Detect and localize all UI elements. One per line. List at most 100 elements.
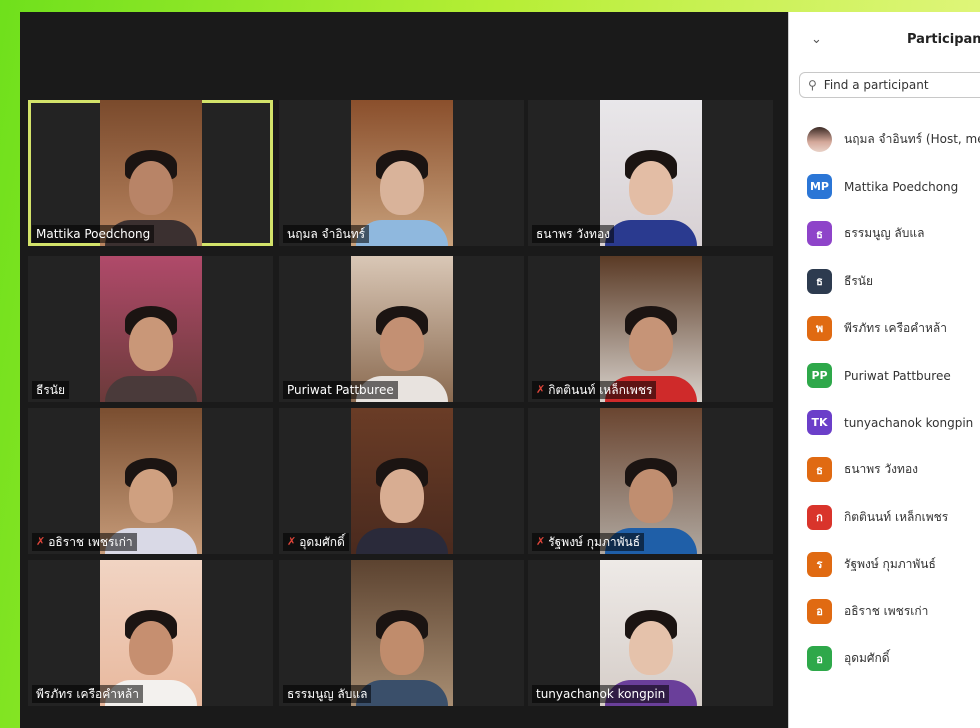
video-tile[interactable]: นฤมล จำอินทร์ (279, 100, 524, 246)
mic-muted-icon: ✗ (36, 535, 46, 548)
video-tile[interactable]: ธนาพร วังทอง (528, 100, 773, 246)
video-tile[interactable]: Mattika Poedchong (28, 100, 273, 246)
video-gallery: Mattika Poedchong นฤมล จำอินทร์ ธนาพร วังท… (20, 12, 788, 728)
participant-row[interactable]: ธ ธีรนัย (789, 258, 980, 305)
tile-name-label: ธีรนัย (32, 381, 70, 399)
mic-muted-icon: ✗ (536, 383, 546, 396)
tile-name-text: พีรภัทร เครือคำหล้า (36, 687, 139, 701)
participant-name: ธรรมนูญ ลับแล (844, 226, 925, 241)
participant-video (600, 100, 702, 246)
video-face (629, 317, 673, 372)
participant-row[interactable]: MP Mattika Poedchong (789, 163, 980, 210)
participant-row[interactable]: อ อุดมศักดิ์ (789, 635, 980, 682)
tile-name-text: ธนาพร วังทอง (536, 227, 611, 241)
video-face (380, 161, 424, 216)
tile-name-label: ✗ อุดมศักดิ์ (283, 533, 349, 551)
video-face (629, 469, 673, 524)
video-face (129, 317, 173, 372)
tile-name-label: ✗ กิตตินนท์ เหล็กเพชร (532, 381, 657, 399)
video-tile[interactable]: Puriwat Pattburee (279, 256, 524, 402)
tile-name-text: กิตตินนท์ เหล็กเพชร (548, 383, 653, 397)
avatar-initials: PP (807, 363, 832, 389)
video-tile[interactable]: ✗ อธิราช เพชรเก่า (28, 408, 273, 554)
video-tile[interactable]: ✗ รัฐพงษ์ กุมภาพันธ์ (528, 408, 773, 554)
meeting-window: Mattika Poedchong นฤมล จำอินทร์ ธนาพร วังท… (20, 12, 980, 728)
participant-list: นฤมล จำอินทร์ (Host, me) MP Mattika Poedch… (789, 116, 980, 682)
tile-name-text: อุดมศักดิ์ (299, 535, 345, 549)
avatar-initials: ก (807, 504, 832, 530)
avatar-initials: MP (807, 174, 832, 200)
avatar-photo (807, 127, 832, 153)
participant-name: ธีรนัย (844, 273, 874, 288)
video-face (380, 469, 424, 524)
participant-row[interactable]: PP Puriwat Pattburee (789, 352, 980, 399)
video-tile[interactable]: ✗ กิตตินนท์ เหล็กเพชร (528, 256, 773, 402)
tile-name-label: Puriwat Pattburee (283, 381, 398, 399)
video-tile[interactable]: tunyachanok kongpin (528, 560, 773, 706)
participant-video (100, 256, 202, 402)
mic-muted-icon: ✗ (287, 535, 297, 548)
video-tile[interactable]: ธีรนัย (28, 256, 273, 402)
participant-name: tunyachanok kongpin (844, 415, 974, 430)
video-tile[interactable]: พีรภัทร เครือคำหล้า (28, 560, 273, 706)
video-face (380, 317, 424, 372)
video-tile[interactable]: ธรรมนูญ ลับแล (279, 560, 524, 706)
video-face (629, 161, 673, 216)
participant-name: ธนาพร วังทอง (844, 462, 919, 477)
participant-row[interactable]: นฤมล จำอินทร์ (Host, me) (789, 116, 980, 163)
video-tile[interactable]: ✗ อุดมศักดิ์ (279, 408, 524, 554)
avatar-initials: ธ (807, 268, 832, 294)
tile-name-label: นฤมล จำอินทร์ (283, 225, 370, 243)
video-shirt (356, 528, 448, 554)
video-face (129, 621, 173, 676)
participant-name: Mattika Poedchong (844, 179, 959, 194)
avatar-initials: ธ (807, 457, 832, 483)
participants-panel: ⌄ Participants ⚲ นฤมล จำอินทร์ (Host, me… (788, 12, 980, 728)
video-face (129, 161, 173, 216)
tile-name-text: ธรรมนูญ ลับแล (287, 687, 368, 701)
participants-title: Participants (907, 32, 980, 47)
video-face (129, 469, 173, 524)
participant-name: กิตตินนท์ เหล็กเพชร (844, 509, 949, 524)
participant-row[interactable]: ธ ธรรมนูญ ลับแล (789, 210, 980, 257)
participant-name: พีรภัทร เครือคำหล้า (844, 320, 947, 335)
tile-name-label: พีรภัทร เครือคำหล้า (32, 685, 143, 703)
participant-row[interactable]: อ อธิราช เพชรเก่า (789, 588, 980, 635)
collapse-chevron-icon[interactable]: ⌄ (811, 32, 822, 47)
tile-name-label: Mattika Poedchong (32, 225, 155, 243)
participant-name: อุดมศักดิ์ (844, 651, 890, 666)
participant-name: Puriwat Pattburee (844, 368, 951, 383)
tile-name-text: อธิราช เพชรเก่า (48, 535, 133, 549)
video-shirt (356, 220, 448, 246)
avatar-initials: พ (807, 315, 832, 341)
avatar-initials: ธ (807, 221, 832, 247)
tile-name-label: ธนาพร วังทอง (532, 225, 615, 243)
participant-row[interactable]: ร รัฐพงษ์ กุมภาพันธ์ (789, 541, 980, 588)
participant-search-input[interactable] (821, 77, 976, 93)
participant-row[interactable]: พ พีรภัทร เครือคำหล้า (789, 305, 980, 352)
search-icon: ⚲ (808, 78, 817, 92)
video-face (380, 621, 424, 676)
participant-row[interactable]: TK tunyachanok kongpin (789, 399, 980, 446)
tile-name-text: Puriwat Pattburee (287, 383, 394, 397)
tile-name-label: ✗ อธิราช เพชรเก่า (32, 533, 137, 551)
participant-search-box[interactable]: ⚲ (799, 72, 980, 98)
tile-name-label: ธรรมนูญ ลับแล (283, 685, 372, 703)
video-shirt (105, 376, 197, 402)
avatar-initials: TK (807, 410, 832, 436)
participant-row[interactable]: ธ ธนาพร วังทอง (789, 446, 980, 493)
tile-name-text: Mattika Poedchong (36, 227, 151, 241)
participant-video (351, 408, 453, 554)
tile-name-text: นฤมล จำอินทร์ (287, 227, 366, 241)
tile-name-text: ธีรนัย (36, 383, 66, 397)
avatar-initials: ร (807, 551, 832, 577)
participants-header: ⌄ Participants (789, 30, 980, 54)
avatar-initials: อ (807, 598, 832, 624)
tile-name-text: tunyachanok kongpin (536, 687, 666, 701)
tile-name-text: รัฐพงษ์ กุมภาพันธ์ (548, 535, 641, 549)
avatar-initials: อ (807, 646, 832, 672)
video-shirt (605, 220, 697, 246)
participant-row[interactable]: ก กิตตินนท์ เหล็กเพชร (789, 494, 980, 541)
tile-name-label: tunyachanok kongpin (532, 685, 670, 703)
participant-name: นฤมล จำอินทร์ (Host, me) (844, 132, 980, 147)
